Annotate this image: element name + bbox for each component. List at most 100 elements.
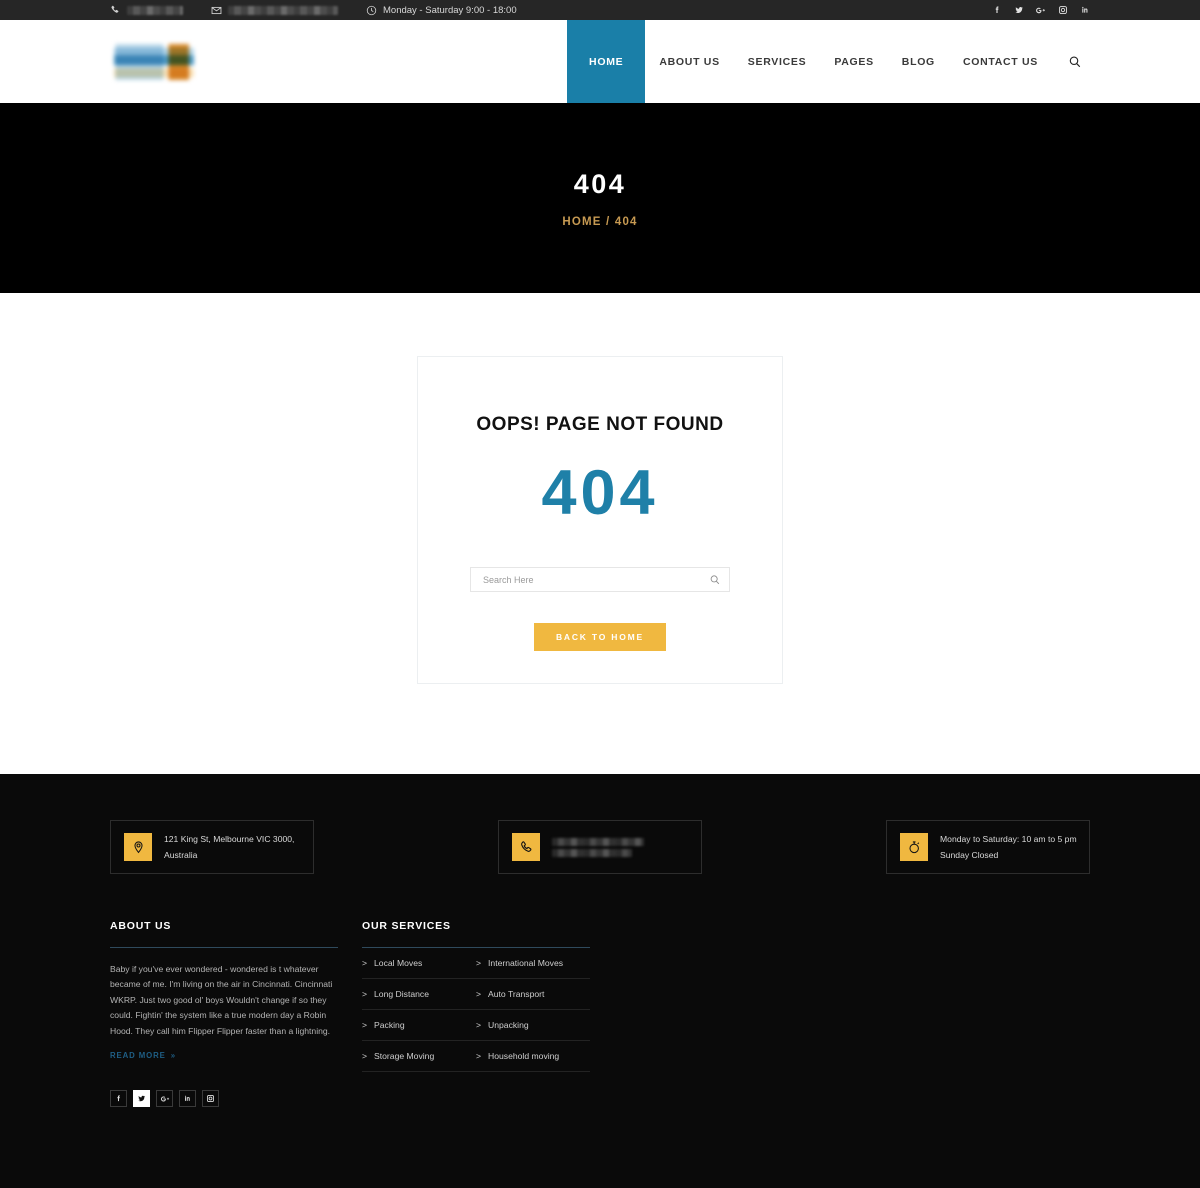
- linkedin-icon[interactable]: [1079, 5, 1090, 16]
- phone-icon: [512, 833, 540, 861]
- info-box-phone: [498, 820, 702, 874]
- service-item[interactable]: > Household moving: [476, 1041, 590, 1072]
- footer-social-links: [110, 1090, 338, 1108]
- footer-spacer: [0, 1107, 1200, 1176]
- breadcrumb: HOME / 404: [562, 216, 637, 228]
- footer-column-services: OUR SERVICES > Local Moves > Internation…: [362, 920, 590, 1107]
- breadcrumb-separator: /: [606, 215, 611, 228]
- search-icon[interactable]: [701, 574, 729, 586]
- facebook-icon[interactable]: [991, 5, 1002, 16]
- service-label: Storage Moving: [374, 1051, 435, 1061]
- map-pin-icon: [124, 833, 152, 861]
- nav-item-blog[interactable]: BLOG: [888, 20, 949, 103]
- topbar-phone-value: [127, 5, 183, 15]
- phone-icon: [110, 5, 121, 16]
- hours-line-1: Monday to Saturday: 10 am to 5 pm: [940, 834, 1077, 844]
- main-navigation: HOME ABOUT US SERVICES PAGES BLOG CONTAC…: [567, 20, 1090, 103]
- chevron-right-icon: »: [170, 1051, 176, 1061]
- nav-item-pages[interactable]: PAGES: [820, 20, 887, 103]
- info-box-address: 121 King St, Melbourne VIC 3000, Austral…: [110, 820, 314, 874]
- topbar-social-links: [991, 5, 1090, 16]
- twitter-icon[interactable]: [1013, 5, 1024, 16]
- facebook-icon[interactable]: [110, 1090, 127, 1108]
- nav-item-contact-us[interactable]: CONTACT US: [949, 20, 1052, 103]
- clock-icon: [366, 5, 377, 16]
- phone-text-blurred: [552, 835, 644, 860]
- google-plus-icon[interactable]: [1035, 5, 1046, 16]
- footer-info-boxes: 121 King St, Melbourne VIC 3000, Austral…: [110, 820, 1090, 874]
- phone-line-1: [552, 837, 644, 846]
- about-title: ABOUT US: [110, 920, 172, 932]
- top-bar: Monday - Saturday 9:00 - 18:00: [0, 0, 1200, 20]
- service-item[interactable]: > Storage Moving: [362, 1041, 476, 1072]
- topbar-hours-text: Monday - Saturday 9:00 - 18:00: [383, 4, 517, 16]
- services-list: > Local Moves > International Moves > Lo…: [362, 948, 590, 1072]
- about-text: Baby if you've ever wondered - wondered …: [110, 964, 333, 1036]
- linkedin-icon[interactable]: [179, 1090, 196, 1108]
- twitter-icon[interactable]: [133, 1090, 150, 1108]
- nav-item-services[interactable]: SERVICES: [734, 20, 821, 103]
- hours-line-2: Sunday Closed: [940, 850, 999, 860]
- chevron-right-icon: >: [476, 1020, 482, 1030]
- chevron-right-icon: >: [362, 1020, 368, 1030]
- site-footer: 121 King St, Melbourne VIC 3000, Austral…: [0, 774, 1200, 1188]
- chevron-right-icon: >: [362, 989, 368, 999]
- page-title: 404: [573, 168, 627, 199]
- footer-column-about: ABOUT US Baby if you've ever wondered - …: [110, 920, 338, 1108]
- service-item[interactable]: > International Moves: [476, 948, 590, 979]
- search-input[interactable]: [471, 574, 701, 585]
- service-item[interactable]: > Auto Transport: [476, 979, 590, 1010]
- topbar-email-value: [228, 5, 338, 15]
- logo[interactable]: [110, 20, 194, 103]
- instagram-icon[interactable]: [202, 1090, 219, 1108]
- service-label: Long Distance: [374, 989, 429, 999]
- topbar-hours: Monday - Saturday 9:00 - 18:00: [366, 5, 517, 16]
- service-item[interactable]: > Packing: [362, 1010, 476, 1041]
- services-title: OUR SERVICES: [362, 920, 451, 932]
- service-label: Auto Transport: [488, 989, 545, 999]
- service-label: Local Moves: [374, 958, 423, 968]
- chevron-right-icon: >: [476, 958, 482, 968]
- footer-columns: ABOUT US Baby if you've ever wondered - …: [110, 920, 1090, 1108]
- nav-item-home[interactable]: HOME: [567, 20, 646, 103]
- service-label: Packing: [374, 1020, 405, 1030]
- error-code: 404: [541, 458, 659, 528]
- breadcrumb-current: 404: [614, 215, 638, 228]
- search-box[interactable]: [470, 567, 730, 592]
- breadcrumb-home[interactable]: HOME: [562, 216, 601, 228]
- read-more-label: READ MORE: [110, 1051, 166, 1061]
- chevron-right-icon: >: [362, 958, 368, 968]
- service-label: International Moves: [488, 958, 564, 968]
- service-item[interactable]: > Local Moves: [362, 948, 476, 979]
- stopwatch-icon: [900, 833, 928, 861]
- service-item[interactable]: > Unpacking: [476, 1010, 590, 1041]
- about-title-rule: [110, 947, 338, 948]
- hours-text: Monday to Saturday: 10 am to 5 pm Sunday…: [940, 831, 1077, 863]
- site-header: HOME ABOUT US SERVICES PAGES BLOG CONTAC…: [0, 20, 1200, 103]
- service-label: Unpacking: [488, 1020, 529, 1030]
- phone-line-2: [552, 848, 632, 857]
- read-more-link[interactable]: READ MORE »: [110, 1051, 176, 1060]
- nav-item-about-us[interactable]: ABOUT US: [645, 20, 733, 103]
- error-card: OOPS! PAGE NOT FOUND 404 BACK TO HOME: [417, 356, 783, 684]
- chevron-right-icon: >: [362, 1051, 368, 1061]
- chevron-right-icon: >: [476, 989, 482, 999]
- address-text: 121 King St, Melbourne VIC 3000, Austral…: [164, 831, 294, 863]
- main-content: OOPS! PAGE NOT FOUND 404 BACK TO HOME: [0, 293, 1200, 774]
- info-box-hours: Monday to Saturday: 10 am to 5 pm Sunday…: [886, 820, 1090, 874]
- envelope-icon: [211, 5, 222, 16]
- service-item[interactable]: > Long Distance: [362, 979, 476, 1010]
- chevron-right-icon: >: [476, 1051, 482, 1061]
- instagram-icon[interactable]: [1057, 5, 1068, 16]
- google-plus-icon[interactable]: [156, 1090, 173, 1108]
- address-line-1: 121 King St, Melbourne VIC 3000,: [164, 834, 295, 844]
- back-to-home-button[interactable]: BACK TO HOME: [533, 623, 667, 651]
- topbar-email[interactable]: [211, 5, 338, 16]
- search-icon[interactable]: [1052, 20, 1090, 103]
- error-heading: OOPS! PAGE NOT FOUND: [476, 414, 724, 435]
- logo-image: [114, 43, 194, 80]
- page-banner: 404 HOME / 404: [0, 103, 1200, 293]
- address-line-2: Australia: [164, 850, 198, 860]
- topbar-phone[interactable]: [110, 5, 183, 16]
- service-label: Household moving: [488, 1051, 560, 1061]
